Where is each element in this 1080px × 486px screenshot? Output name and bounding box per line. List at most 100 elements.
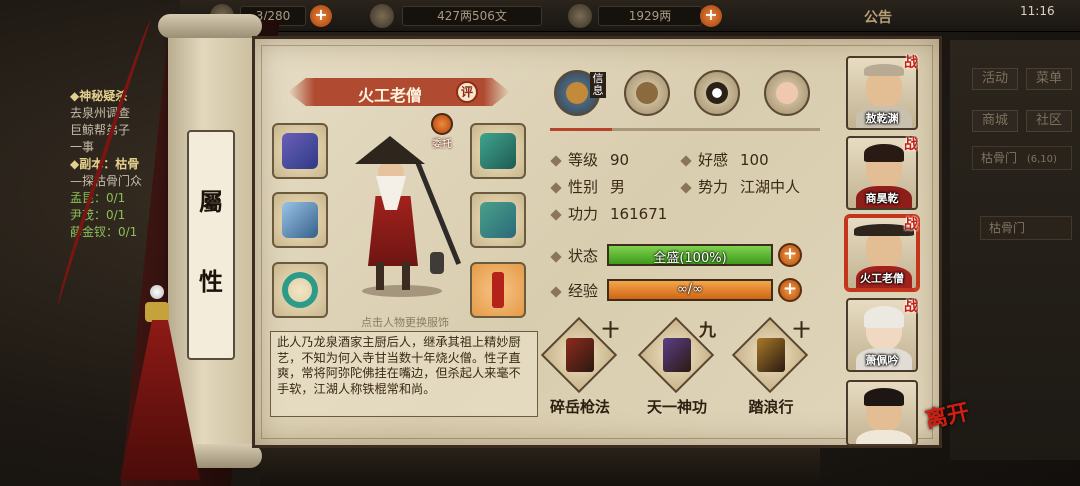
tab-underline xyxy=(550,128,820,131)
bottom-menu-bar xyxy=(260,446,820,486)
stat-label: 等级 xyxy=(568,151,599,169)
helmet-icon xyxy=(480,133,516,169)
skill-name: 踏浪行 xyxy=(748,398,794,416)
state-add-button[interactable]: + xyxy=(778,243,802,267)
skill-level: 十 xyxy=(793,321,810,341)
stat-favor: 好感 100 xyxy=(680,149,769,170)
skill-name: 碎岳枪法 xyxy=(549,398,610,416)
equip-slot-ring[interactable] xyxy=(272,262,328,318)
member-name: 敖乾渊 xyxy=(865,112,899,125)
rate-button[interactable]: 评 xyxy=(456,81,478,103)
equip-slot-accessory[interactable] xyxy=(470,262,526,318)
scroll-char: 屬 xyxy=(199,187,223,216)
stat-gender: 性别男 xyxy=(550,176,626,197)
stat-value: 90 xyxy=(610,151,630,169)
silver-amount: 427两506文 xyxy=(402,6,542,26)
stat-power: 功力 161671 xyxy=(550,203,668,224)
diamond-icon xyxy=(550,251,562,263)
stat-value: 100 xyxy=(740,151,769,169)
equip-slot-armor[interactable] xyxy=(470,192,526,248)
state-bar-text: 全盛(100%) xyxy=(653,251,727,266)
delegate-icon xyxy=(431,113,453,135)
stat-value: 男 xyxy=(610,178,626,196)
tab-bag[interactable] xyxy=(624,70,670,116)
equip-slot-weapon[interactable] xyxy=(272,123,328,179)
tab-meridian[interactable] xyxy=(764,70,810,116)
stat-label: 好感 xyxy=(698,151,729,169)
exp-bar-text: ∞/∞ xyxy=(676,282,704,297)
character-name: 火工老僧 xyxy=(357,86,422,105)
tab-bagua[interactable] xyxy=(694,70,740,116)
exp-label-text: 经验 xyxy=(568,282,599,300)
yinyang-icon xyxy=(706,82,728,104)
diamond-icon xyxy=(550,182,562,194)
equip-slot-hidden-weapon[interactable] xyxy=(272,192,328,248)
exp-label: 经验 xyxy=(550,280,599,301)
bag-add-button[interactable]: + xyxy=(310,5,332,27)
gold-icon xyxy=(568,4,592,28)
scroll-cap-top xyxy=(158,14,262,38)
skill-level: 九 xyxy=(699,321,716,341)
portrait-robe xyxy=(856,430,912,444)
ring-icon xyxy=(282,272,318,308)
leave-button[interactable]: 离开 xyxy=(923,399,977,456)
equip-slot-helmet[interactable] xyxy=(470,123,526,179)
battle-tag: 战 xyxy=(904,217,918,233)
stat-label: 势力 xyxy=(698,178,729,196)
skill-book-icon xyxy=(663,338,691,372)
stat-value: 161671 xyxy=(610,205,668,223)
state-label: 状态 xyxy=(550,245,599,266)
scroll-char: 性 xyxy=(199,267,223,296)
top-resource-bar: 3/280 + 427两506文 1929两 + xyxy=(180,0,1080,32)
exp-add-button[interactable]: + xyxy=(778,278,802,302)
exp-bar: ∞/∞ xyxy=(607,279,773,301)
stat-label: 性别 xyxy=(568,178,599,196)
party-member[interactable] xyxy=(846,380,918,446)
portrait-hair xyxy=(864,64,904,76)
staff-head xyxy=(430,252,444,274)
location-name: 枯骨门 xyxy=(981,151,1018,165)
community-button[interactable]: 社区 xyxy=(1026,110,1072,132)
shop-button[interactable]: 商城 xyxy=(972,110,1018,132)
diamond-icon xyxy=(550,286,562,298)
gold-amount: 1929两 xyxy=(598,6,702,26)
character-description: 此人乃龙泉酒家主厨后人，继承其祖上精妙厨艺，不知为何入寺甘当数十年烧火僧。性子直… xyxy=(270,331,538,417)
skill-name: 天一神功 xyxy=(646,398,707,416)
area-row[interactable]: 枯骨门 xyxy=(980,216,1072,240)
location-row[interactable]: 枯骨门 (6,10) xyxy=(972,146,1072,170)
location-coords: (6,10) xyxy=(1026,154,1057,165)
portrait-hair xyxy=(864,144,904,162)
side-menu: 活动 菜单 商城 社区 枯骨门 (6,10) 枯骨门 xyxy=(950,40,1080,460)
delegate-button[interactable]: 委托 xyxy=(428,113,456,150)
gold-add-button[interactable]: + xyxy=(700,5,722,27)
member-name: 萧佩吟 xyxy=(865,354,899,367)
tassel-bead xyxy=(150,285,164,299)
announcement-button[interactable]: 公告 xyxy=(864,7,892,27)
diamond-icon xyxy=(680,155,692,167)
party-roster: 敖乾渊 商昊乾 火工老僧 萧佩吟 战 战 战 战 xyxy=(846,48,922,448)
skill-book-icon xyxy=(566,338,594,372)
tassel-knot xyxy=(145,302,169,322)
stat-value: 江湖中人 xyxy=(740,178,801,196)
stat-level: 等级 90 xyxy=(550,149,630,170)
battle-tag: 战 xyxy=(904,55,918,71)
weapon-icon xyxy=(282,133,318,169)
state-bar: 全盛(100%) xyxy=(607,244,773,266)
body-icon xyxy=(776,82,798,104)
bag-icon xyxy=(636,82,658,104)
battle-tag: 战 xyxy=(904,299,918,315)
state-label-text: 状态 xyxy=(568,247,599,265)
diamond-icon xyxy=(680,182,692,194)
tab-underline-active xyxy=(550,128,612,131)
stat-faction: 势力 江湖中人 xyxy=(680,176,801,197)
attributes-tab-label[interactable]: 屬 性 xyxy=(187,130,235,360)
tab-info-label: 信息 xyxy=(590,72,606,98)
silver-icon xyxy=(370,4,394,28)
skill-level: 十 xyxy=(602,321,619,341)
character-legs xyxy=(376,262,410,290)
menu-button[interactable]: 菜单 xyxy=(1026,68,1072,90)
hat-icon xyxy=(566,82,588,104)
dart-icon xyxy=(282,202,318,238)
skill-book-icon xyxy=(757,338,785,372)
activity-button[interactable]: 活动 xyxy=(972,68,1018,90)
